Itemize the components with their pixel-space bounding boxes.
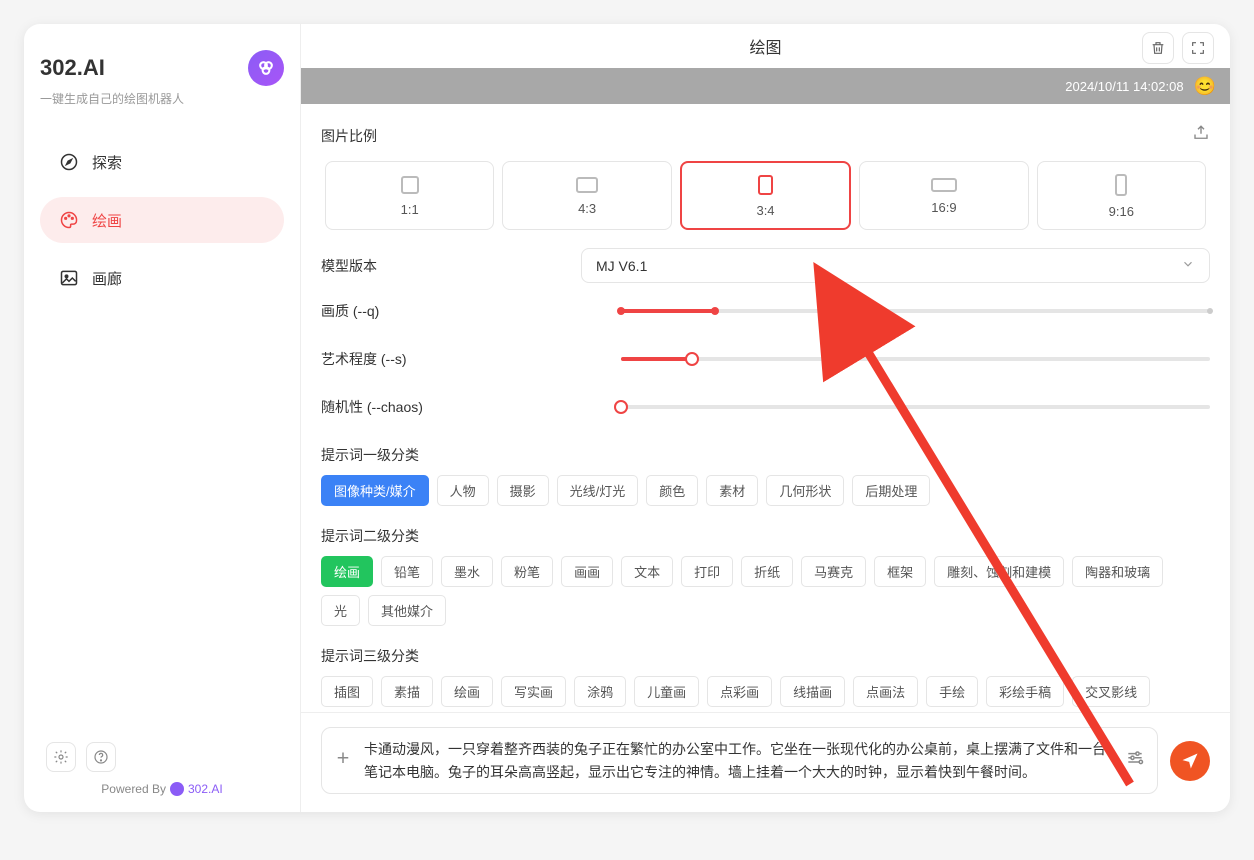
nav-gallery-label: 画廊 [92,268,122,289]
adjust-icon[interactable] [1125,747,1145,773]
tag[interactable]: 颜色 [646,475,698,506]
image-icon [58,267,80,289]
smile-icon: 😊 [1194,76,1216,97]
cat3-tags: 插图 素描 绘画 写实画 涂鸦 儿童画 点彩画 线描画 点画法 手绘 彩绘手稿 … [321,676,1210,712]
compass-icon [58,151,80,173]
ratio-16-9[interactable]: 16:9 [859,161,1028,230]
tag[interactable]: 图像种类/媒介 [321,475,429,506]
page-title: 绘图 [749,34,781,58]
export-icon[interactable] [1192,124,1210,147]
cat3-title: 提示词三级分类 [321,646,1210,666]
model-label: 模型版本 [321,256,581,276]
stylize-slider[interactable] [621,357,1210,361]
tag[interactable]: 绘画 [321,556,373,587]
ratio-9-16[interactable]: 9:16 [1037,161,1206,230]
tag[interactable]: 其他媒介 [368,595,446,626]
help-button[interactable] [86,742,116,772]
tag[interactable]: 后期处理 [852,475,930,506]
quality-label: 画质 (--q) [321,301,621,321]
fullscreen-button[interactable] [1182,32,1214,64]
model-value: MJ V6.1 [596,258,647,274]
ratio-4-3[interactable]: 4:3 [502,161,671,230]
ratio-label: 图片比例 [321,126,581,146]
tag[interactable]: 手绘 [926,676,978,707]
tag[interactable]: 儿童画 [634,676,699,707]
tag[interactable]: 框架 [874,556,926,587]
ratio-options: 1:1 4:3 3:4 16:9 9:16 [321,161,1210,230]
prompt-text: 卡通动漫风，一只穿着整齐西装的兔子正在繁忙的办公室中工作。它坐在一张现代化的办公… [364,741,1106,779]
brand-title: 302.AI [40,55,105,81]
tag[interactable]: 点画法 [853,676,918,707]
delete-button[interactable] [1142,32,1174,64]
tag[interactable]: 素描 [381,676,433,707]
prompt-bar: 卡通动漫风，一只穿着整齐西装的兔子正在繁忙的办公室中工作。它坐在一张现代化的办公… [301,712,1230,812]
chaos-label: 随机性 (--chaos) [321,397,621,417]
main-panel: 绘图 2024/10/11 14:02:08 😊 图片比例 1:1 4:3 3:… [300,24,1230,812]
tag[interactable]: 写实画 [501,676,566,707]
tag[interactable]: 交叉影线 [1072,676,1150,707]
sidebar: 302.AI 一键生成自己的绘图机器人 探索 绘画 画廊 [24,24,300,812]
tag[interactable]: 墨水 [441,556,493,587]
tag[interactable]: 人物 [437,475,489,506]
tag[interactable]: 插图 [321,676,373,707]
tag[interactable]: 陶器和玻璃 [1072,556,1163,587]
nav-gallery[interactable]: 画廊 [40,255,284,301]
plus-icon[interactable] [334,748,352,772]
tag[interactable]: 粉笔 [501,556,553,587]
palette-icon [58,209,80,231]
brand-tagline: 一键生成自己的绘图机器人 [40,90,284,107]
tag[interactable]: 马赛克 [801,556,866,587]
ratio-1-1[interactable]: 1:1 [325,161,494,230]
nav-explore[interactable]: 探索 [40,139,284,185]
cat2-title: 提示词二级分类 [321,526,1210,546]
timestamp-bar: 2024/10/11 14:02:08 😊 [301,68,1230,104]
tag[interactable]: 点彩画 [707,676,772,707]
tag[interactable]: 涂鸦 [574,676,626,707]
tag[interactable]: 画画 [561,556,613,587]
prompt-input[interactable]: 卡通动漫风，一只穿着整齐西装的兔子正在繁忙的办公室中工作。它坐在一张现代化的办公… [321,727,1158,794]
chevron-down-icon [1181,257,1195,274]
cat1-tags: 图像种类/媒介 人物 摄影 光线/灯光 颜色 素材 几何形状 后期处理 [321,475,1210,506]
tag[interactable]: 彩绘手稿 [986,676,1064,707]
powered-by: Powered By 302.AI [101,782,222,796]
powered-logo-icon [170,782,184,796]
ratio-3-4[interactable]: 3:4 [680,161,851,230]
timestamp: 2024/10/11 14:02:08 [1065,79,1183,94]
tag[interactable]: 折纸 [741,556,793,587]
tag[interactable]: 打印 [681,556,733,587]
settings-button[interactable] [46,742,76,772]
tag[interactable]: 铅笔 [381,556,433,587]
nav-draw-label: 绘画 [92,210,122,231]
tag[interactable]: 绘画 [441,676,493,707]
tag[interactable]: 雕刻、蚀刻和建模 [934,556,1064,587]
app-frame: 302.AI 一键生成自己的绘图机器人 探索 绘画 画廊 [24,24,1230,812]
stylize-label: 艺术程度 (--s) [321,349,621,369]
tag[interactable]: 线描画 [780,676,845,707]
tag[interactable]: 几何形状 [766,475,844,506]
send-button[interactable] [1170,741,1210,781]
main-header: 绘图 [301,24,1230,68]
cat2-tags: 绘画 铅笔 墨水 粉笔 画画 文本 打印 折纸 马赛克 框架 雕刻、蚀刻和建模 … [321,556,1210,626]
tag[interactable]: 文本 [621,556,673,587]
tag[interactable]: 光 [321,595,360,626]
nav: 探索 绘画 画廊 [40,139,284,301]
chaos-slider[interactable] [621,405,1210,409]
tag[interactable]: 光线/灯光 [557,475,639,506]
cat1-title: 提示词一级分类 [321,445,1210,465]
tag[interactable]: 素材 [706,475,758,506]
quality-slider[interactable] [621,309,1210,313]
model-select[interactable]: MJ V6.1 [581,248,1210,283]
tag[interactable]: 摄影 [497,475,549,506]
nav-draw[interactable]: 绘画 [40,197,284,243]
settings-area: 图片比例 1:1 4:3 3:4 16:9 9:16 模型版本 MJ V6.1 … [301,104,1230,712]
brand-logo-icon [248,50,284,86]
nav-explore-label: 探索 [92,152,122,173]
